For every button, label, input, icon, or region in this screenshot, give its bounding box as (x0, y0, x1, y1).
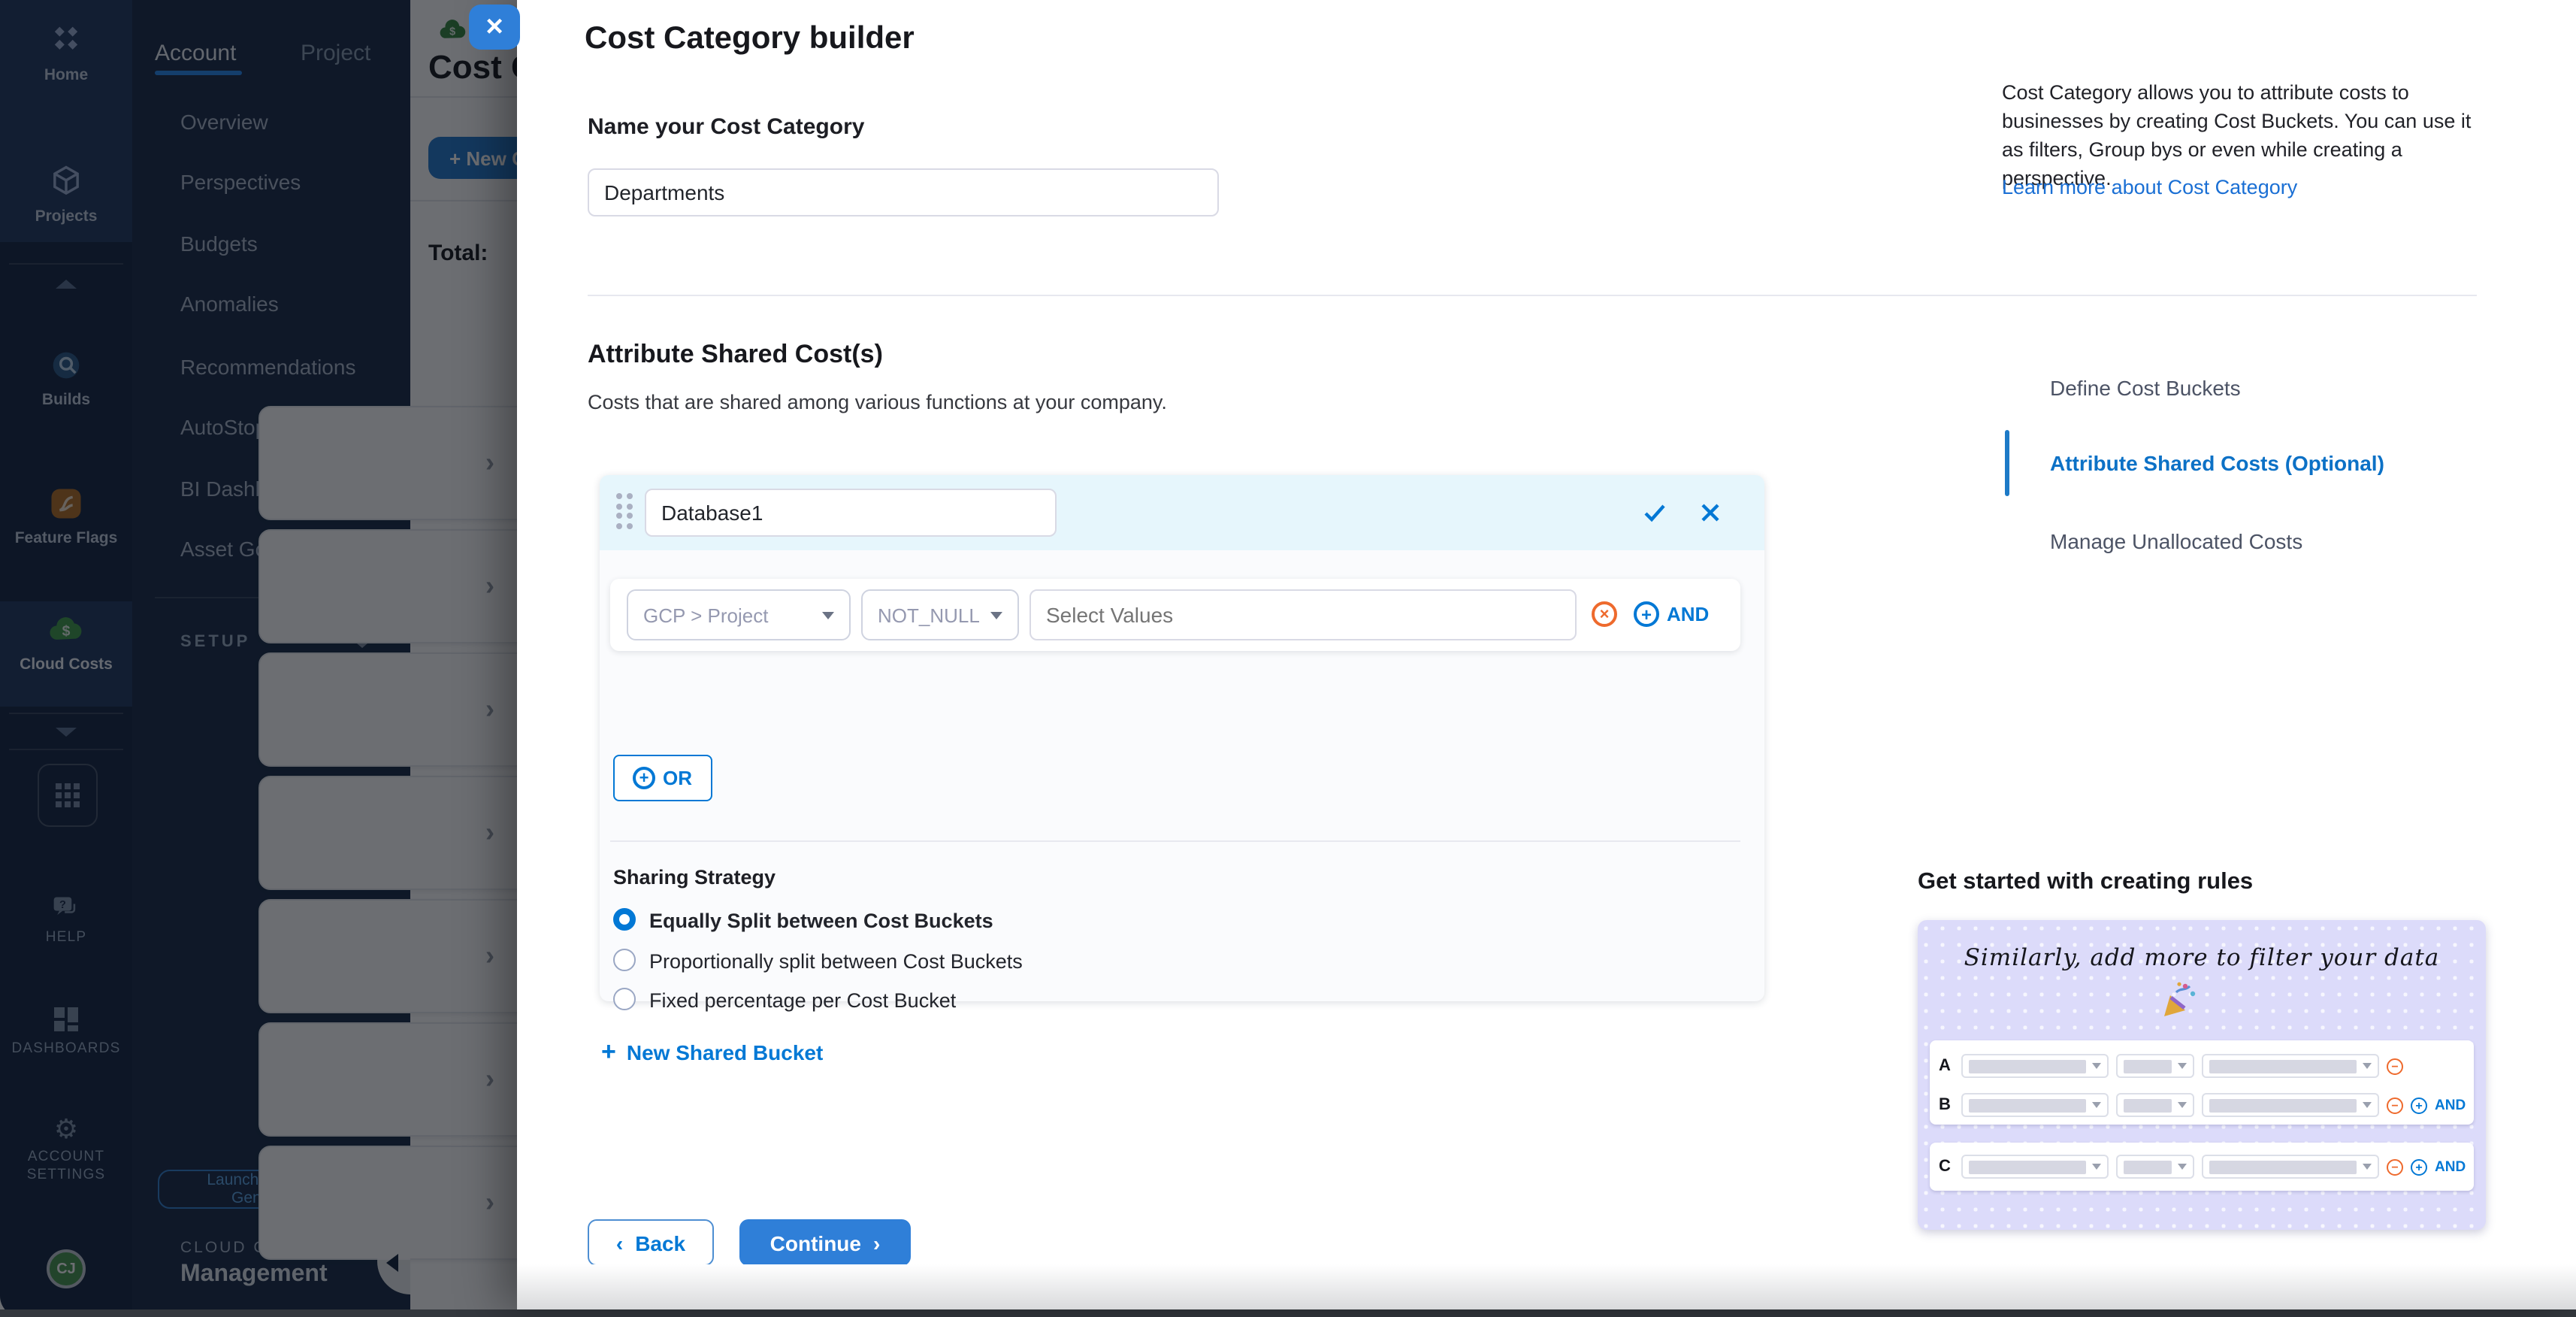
continue-button[interactable]: Continue › (739, 1219, 911, 1266)
close-drawer-button[interactable]: × (469, 5, 520, 50)
step-manage-unallocated-costs[interactable]: Manage Unallocated Costs (2050, 529, 2302, 553)
filter-rule-row: GCP > Project NOT_NULL × + AND (610, 579, 1740, 651)
app: Home Projects Builds Feature Flags (0, 0, 2576, 1317)
window-bottom-strip (0, 1309, 2576, 1317)
chevron-down-icon (990, 611, 1002, 619)
minus-circle-icon: − (2387, 1097, 2403, 1113)
illustration-caption: Similarly, add more to filter your data (1918, 944, 2486, 971)
radio-fixed-percentage[interactable] (613, 988, 636, 1010)
and-label[interactable]: AND (1667, 603, 1709, 625)
active-step-indicator (2005, 430, 2009, 496)
bucket-card-header (600, 475, 1764, 550)
values-input[interactable] (1029, 589, 1577, 640)
illustration-panel-c: C − + AND (1930, 1143, 2474, 1191)
remove-filter-icon[interactable]: × (1592, 601, 1617, 627)
illustration-row-c: C − + AND (1939, 1152, 2468, 1182)
illustration-row-b: B − + AND (1939, 1090, 2468, 1120)
operator-select[interactable]: NOT_NULL (861, 589, 1019, 640)
confirm-check-icon[interactable] (1641, 499, 1668, 526)
rules-illustration: Similarly, add more to filter your data … (1918, 920, 2486, 1230)
add-or-button[interactable]: + OR (613, 755, 712, 801)
cancel-x-icon[interactable] (1698, 501, 1722, 525)
section-divider (588, 295, 2477, 296)
chevron-down-icon (822, 611, 834, 619)
cost-category-builder-drawer: × Cost Category builder Name your Cost C… (517, 0, 2576, 1309)
drawer-title: Cost Category builder (585, 21, 915, 57)
plus-circle-icon: + (2411, 1158, 2427, 1175)
illustration-row-a: A − (1939, 1051, 2468, 1081)
plus-circle-icon: + (2411, 1097, 2427, 1113)
cost-category-name-input[interactable] (588, 168, 1219, 216)
step-attribute-shared-costs[interactable]: Attribute Shared Costs (Optional) (2050, 451, 2384, 475)
minus-circle-icon: − (2387, 1158, 2403, 1175)
radio-proportionally-split[interactable] (613, 949, 636, 971)
back-button[interactable]: ‹ Back (588, 1219, 714, 1266)
chevron-left-icon: ‹ (616, 1231, 623, 1255)
minus-circle-icon: − (2387, 1058, 2403, 1074)
shared-costs-subheading: Costs that are shared among various func… (588, 391, 1167, 413)
close-icon: × (485, 10, 503, 44)
step-define-cost-buckets[interactable]: Define Cost Buckets (2050, 376, 2241, 400)
new-shared-bucket-button[interactable]: + New Shared Bucket (601, 1037, 823, 1067)
field-select[interactable]: GCP > Project (627, 589, 851, 640)
plus-circle-icon: + (633, 767, 655, 789)
name-section-label: Name your Cost Category (588, 114, 864, 140)
radio-equally-split[interactable] (613, 908, 636, 931)
learn-more-link[interactable]: Learn more about Cost Category (2002, 176, 2297, 198)
chevron-right-icon: › (873, 1231, 880, 1255)
sharing-strategy-label: Sharing Strategy (613, 866, 776, 889)
drawer-bottom-fade (517, 1264, 2576, 1309)
illustration-panel-ab: A − B − + AND (1930, 1040, 2474, 1125)
bucket-name-input[interactable] (645, 489, 1057, 537)
rules-illustration-heading: Get started with creating rules (1918, 869, 2253, 896)
card-divider (610, 840, 1740, 842)
plus-icon: + (601, 1037, 616, 1067)
add-and-icon[interactable]: + (1634, 601, 1659, 627)
drag-handle-icon[interactable] (616, 493, 632, 528)
party-popper-icon (2161, 980, 2197, 1019)
shared-bucket-card: GCP > Project NOT_NULL × + AND + OR Shar… (600, 475, 1764, 1001)
shared-costs-heading: Attribute Shared Cost(s) (588, 340, 883, 370)
